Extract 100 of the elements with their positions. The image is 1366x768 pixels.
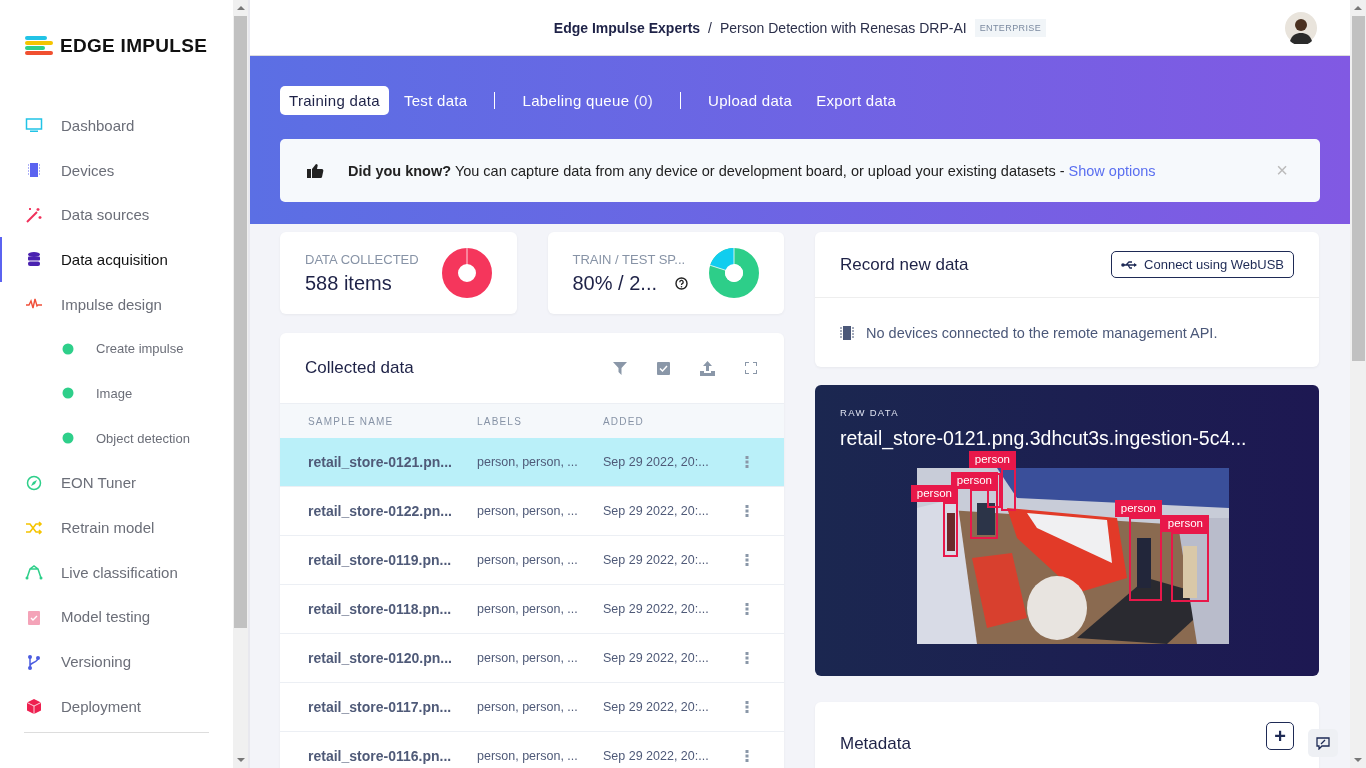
table-row[interactable]: retail_store-0117.pn... person, person, ... Sep 29 2022, 20:... — [280, 683, 784, 732]
table-row[interactable]: retail_store-0118.pn... person, person, ... Sep 29 2022, 20:... — [280, 585, 784, 634]
scrollbar[interactable] — [233, 0, 248, 768]
box-label: person — [910, 485, 958, 502]
sidebar-subitem[interactable]: Object detection — [0, 415, 233, 461]
box-label: person — [1161, 515, 1209, 532]
sidebar-item[interactable]: Data sources — [0, 192, 233, 238]
organization-name[interactable]: Edge Impulse Experts — [553, 19, 701, 36]
column-header[interactable]: LABELS — [477, 415, 603, 427]
table-row[interactable]: retail_store-0122.pn... person, person, ... Sep 29 2022, 20:... — [280, 487, 784, 536]
sidebar-item[interactable]: Impulse design — [0, 281, 233, 327]
status-message: No devices connected to the remote management API. — [866, 325, 1218, 341]
sidebar-subitem[interactable]: Create impulse — [0, 326, 233, 372]
nav-icon — [25, 564, 43, 581]
breadcrumb-separator: / — [708, 19, 712, 36]
labels-cell-text: person, person, ... — [477, 504, 579, 518]
more-options-icon[interactable] — [745, 750, 749, 762]
nav-icon — [25, 608, 43, 625]
sample-name-cell-text: retail_store-0116.pn... — [308, 748, 453, 764]
brand-name: EDGE IMPULSE — [60, 35, 208, 57]
labels-cell-text: person, person, ... — [477, 651, 579, 665]
plan-badge: ENTERPRISE — [974, 18, 1047, 37]
status-dot-icon — [62, 432, 74, 445]
table-row[interactable]: retail_store-0121.pn... person, person, ... Sep 29 2022, 20:... — [280, 438, 784, 487]
nav-icon — [25, 653, 43, 670]
feedback-button[interactable] — [1308, 729, 1338, 757]
usb-icon — [1121, 259, 1138, 270]
tab[interactable]: Export data — [807, 86, 906, 115]
date-cell-text: Sep 29 2022, 20:... — [603, 749, 710, 763]
checkbox-icon[interactable] — [657, 361, 670, 375]
status-dot-icon — [62, 342, 74, 355]
table-row[interactable]: retail_store-0116.pn... person, person, ... Sep 29 2022, 20:... — [280, 732, 784, 768]
tab[interactable]: Test data — [394, 86, 477, 115]
labels-cell-text: person, person, ... — [477, 602, 579, 616]
connect-button[interactable]: Connect using WebUSB — [1111, 251, 1294, 278]
logo-icon — [24, 35, 54, 57]
box-label: person — [968, 451, 1016, 468]
sidebar-item[interactable]: Live classification — [0, 549, 233, 595]
column-header[interactable]: ADDED — [603, 415, 733, 427]
more-options-icon[interactable] — [745, 652, 749, 664]
bounding-box — [1171, 532, 1209, 602]
fullscreen-icon[interactable] — [745, 362, 757, 374]
card-title: Metadata — [840, 734, 911, 754]
table-row[interactable]: retail_store-0119.pn... person, person, ... Sep 29 2022, 20:... — [280, 536, 784, 585]
tab[interactable]: Labeling queue (0) — [513, 86, 662, 115]
nav-icon — [25, 117, 43, 134]
tip-text: Did you know? You can capture data from any device or development board, or upload your existing datasets - Show options — [348, 162, 1157, 179]
sidebar-item[interactable]: Deployment — [0, 683, 233, 729]
card-title: Record new data — [840, 254, 969, 275]
sample-name-cell-text: retail_store-0118.pn... — [308, 601, 453, 617]
sidebar-item[interactable]: Retrain model — [0, 505, 233, 550]
column-header[interactable]: SAMPLE NAME — [308, 415, 477, 427]
sidebar-item[interactable]: Versioning — [0, 639, 233, 684]
date-cell-text: Sep 29 2022, 20:... — [603, 651, 710, 665]
table-row[interactable]: retail_store-0120.pn... person, person, ... Sep 29 2022, 20:... — [280, 634, 784, 683]
nav-icon — [25, 474, 43, 491]
project-name: Person Detection with Renesas DRP-AI — [720, 19, 967, 36]
filter-icon[interactable] — [613, 361, 627, 375]
date-cell-text: Sep 29 2022, 20:... — [603, 553, 710, 567]
sidebar-item[interactable]: Devices — [0, 147, 233, 193]
stat-title: DATA COLLECTED — [305, 251, 419, 267]
chip-icon — [840, 325, 854, 341]
thumbs-up-icon — [306, 162, 324, 179]
labels-cell-text: person, person, ... — [477, 749, 579, 763]
date-cell-text: Sep 29 2022, 20:... — [603, 455, 710, 469]
stat-value: 80% / 2... — [572, 271, 657, 295]
sidebar-subitem[interactable]: Image — [0, 371, 233, 416]
nav-icon — [25, 251, 43, 268]
nav-icon — [25, 519, 43, 536]
date-cell-text: Sep 29 2022, 20:... — [603, 602, 710, 616]
upload-icon[interactable] — [700, 360, 715, 376]
date-cell-text: Sep 29 2022, 20:... — [603, 700, 710, 714]
box-label: person — [1114, 500, 1162, 517]
avatar-icon[interactable] — [1285, 12, 1317, 44]
stat-title: TRAIN / TEST SP... — [572, 251, 687, 267]
scrollbar[interactable] — [1350, 0, 1366, 768]
tab[interactable]: Upload data — [699, 86, 802, 115]
show-options-link[interactable]: Show options — [1068, 162, 1156, 179]
more-options-icon[interactable] — [745, 701, 749, 713]
bounding-box — [1001, 468, 1016, 511]
stat-value: 588 items — [305, 271, 392, 295]
nav-icon — [25, 698, 43, 715]
add-button[interactable]: + — [1266, 722, 1294, 750]
more-options-icon[interactable] — [745, 603, 749, 615]
tab[interactable]: Training data — [280, 86, 389, 115]
sidebar-item[interactable]: EON Tuner — [0, 460, 233, 506]
more-options-icon[interactable] — [745, 505, 749, 517]
more-options-icon[interactable] — [745, 456, 749, 468]
labels-cell-text: person, person, ... — [477, 700, 579, 714]
raw-data-caption: RAW DATA — [840, 407, 900, 418]
sample-name-cell-text: retail_store-0120.pn... — [308, 650, 453, 666]
sidebar-item[interactable]: Model testing — [0, 594, 233, 640]
donut-chart-drawing — [709, 248, 759, 298]
labels-cell-text: person, person, ... — [477, 553, 579, 567]
chat-icon — [1316, 736, 1330, 750]
donut-chart-drawing — [441, 248, 492, 298]
nav-icon — [25, 206, 43, 223]
sidebar-item[interactable]: Dashboard — [0, 103, 233, 148]
help-icon[interactable] — [675, 276, 688, 290]
more-options-icon[interactable] — [745, 554, 749, 566]
